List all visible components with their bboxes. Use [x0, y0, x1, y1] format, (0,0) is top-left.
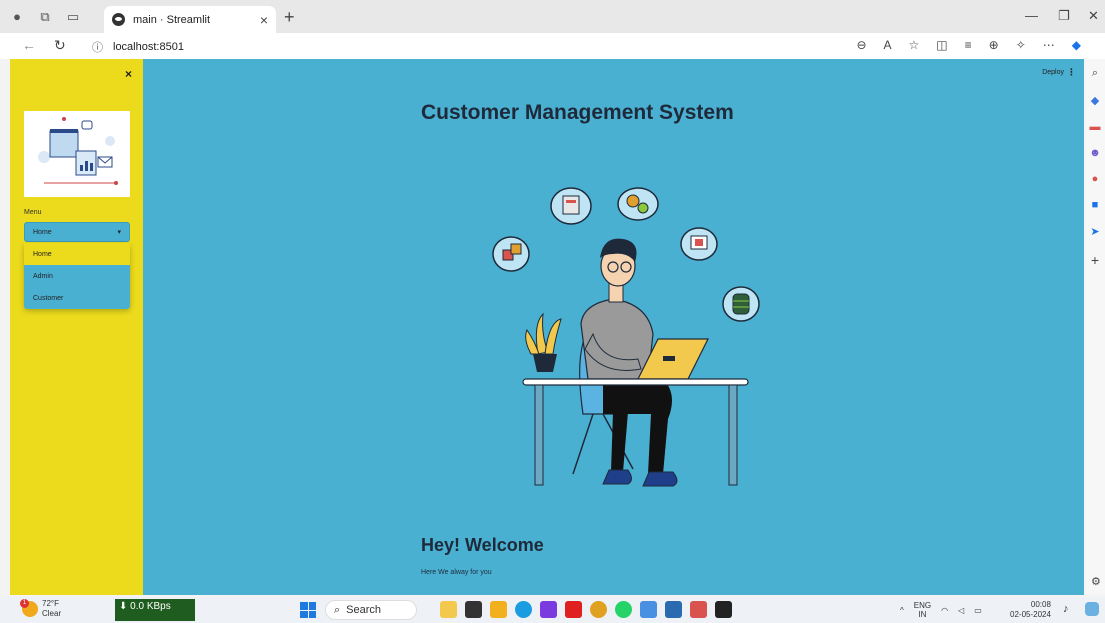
- edge-browser-icon[interactable]: [515, 601, 532, 618]
- vscode-icon[interactable]: [665, 601, 682, 618]
- refresh-icon[interactable]: ↻: [54, 37, 66, 54]
- new-tab-button[interactable]: +: [284, 7, 295, 28]
- main-content: Deploy ⋮ Customer Management System Hey!…: [143, 59, 1084, 595]
- sidebar-close-icon[interactable]: ×: [125, 67, 132, 81]
- streamlit-favicon-icon: [112, 13, 125, 26]
- copilot-icon[interactable]: ◆: [1072, 38, 1081, 52]
- notification-badge: 1: [20, 599, 29, 608]
- url-text: localhost:8501: [113, 41, 184, 53]
- weather-widget[interactable]: 1 72°F Clear: [20, 599, 62, 619]
- tab-close-icon[interactable]: ×: [260, 12, 268, 28]
- search-icon[interactable]: ⌕: [1092, 67, 1098, 80]
- time: 00:08: [1030, 600, 1051, 609]
- outlook-icon[interactable]: ■: [1092, 199, 1099, 211]
- more-options-icon[interactable]: ⋯: [1043, 38, 1055, 52]
- read-aloud-icon[interactable]: A: [884, 38, 892, 52]
- collections-icon[interactable]: ⊕: [989, 38, 999, 52]
- tab-actions-icon[interactable]: ▭: [62, 6, 84, 28]
- taskbar: 1 72°F Clear ⬇ 0.0 KBps ⌕ Search ^ ENG I…: [0, 597, 1105, 623]
- office-icon[interactable]: ●: [1092, 173, 1099, 185]
- toolbox-icon[interactable]: ▬: [1090, 121, 1101, 133]
- welcome-heading: Hey! Welcome: [421, 535, 544, 555]
- chevron-up-icon[interactable]: ^: [900, 606, 904, 615]
- menu-option-customer[interactable]: Customer: [24, 287, 130, 309]
- system-tray: ^ ENG IN ◠ ◁ ▭: [900, 601, 982, 619]
- plant-icon: [525, 312, 562, 372]
- split-screen-icon[interactable]: ◫: [936, 38, 947, 52]
- net-speed-widget: ⬇ 0.0 KBps: [115, 599, 195, 621]
- people-icon[interactable]: ☻: [1089, 147, 1101, 159]
- chevron-down-icon: ▾: [117, 229, 121, 236]
- sidebar-illustration: [24, 111, 130, 197]
- date: 02-05-2024: [1010, 610, 1051, 619]
- copilot-taskbar-icon[interactable]: [1085, 602, 1099, 616]
- browser-titlebar: ● ⧉ ▭ main · Streamlit × + — ❐ ✕: [0, 0, 1105, 33]
- welcome-text: Here We alway for you: [421, 569, 492, 576]
- extensions-icon[interactable]: ✧: [1016, 38, 1026, 52]
- menu-option-admin[interactable]: Admin: [24, 265, 130, 287]
- search-label: Search: [346, 604, 382, 616]
- zoom-icon[interactable]: ⊖: [856, 38, 866, 52]
- main-menu-icon[interactable]: ⋮: [1067, 67, 1076, 78]
- language-label[interactable]: ENG: [914, 601, 931, 610]
- bubble-cube-icon: [492, 236, 530, 272]
- youtube-icon[interactable]: [565, 601, 582, 618]
- visual-studio-icon[interactable]: [540, 601, 557, 618]
- notepad-icon[interactable]: [640, 601, 657, 618]
- window-close-icon[interactable]: ✕: [1088, 8, 1099, 24]
- chrome-icon[interactable]: [590, 601, 607, 618]
- bubble-monitor-icon: [680, 227, 718, 261]
- bubble-gears-icon: [617, 187, 659, 221]
- wps-office-icon[interactable]: [690, 601, 707, 618]
- weather-sun-icon: 1: [20, 599, 38, 617]
- battery-icon[interactable]: ▭: [974, 606, 982, 615]
- region-label: IN: [918, 610, 927, 619]
- file-explorer-icon[interactable]: [490, 601, 507, 618]
- back-icon[interactable]: ←: [22, 37, 36, 53]
- widgets-icon[interactable]: [440, 601, 457, 618]
- bubble-report-icon: [550, 187, 592, 225]
- taskbar-apps: [440, 601, 732, 618]
- menu-option-home[interactable]: Home: [24, 243, 130, 265]
- notification-bell-icon[interactable]: ♪: [1063, 603, 1069, 615]
- workspaces-icon[interactable]: ⧉: [34, 6, 56, 28]
- weather-condition: Clear: [42, 609, 62, 618]
- tab-title: main · Streamlit: [133, 13, 211, 26]
- favorites-icon[interactable]: ≡: [965, 38, 972, 52]
- edge-sidebar: ⌕ ◆ ▬ ☻ ● ■ ➤ +: [1085, 59, 1105, 595]
- taskbar-search[interactable]: ⌕ Search: [325, 600, 417, 620]
- bubble-database-icon: [722, 286, 760, 322]
- menu-select[interactable]: Home ▾: [24, 222, 130, 242]
- task-view-icon[interactable]: [465, 601, 482, 618]
- favorite-star-icon[interactable]: ☆: [909, 38, 920, 52]
- wifi-icon[interactable]: ◠: [941, 606, 948, 615]
- volume-icon[interactable]: ◁: [958, 606, 964, 615]
- send-icon[interactable]: ➤: [1090, 225, 1099, 238]
- windows-start-icon[interactable]: [300, 602, 316, 618]
- search-icon: ⌕: [334, 603, 341, 616]
- streamlit-app: × Menu Home ▾ Home Admin Customer Deploy…: [10, 59, 1084, 595]
- page-title: Customer Management System: [421, 101, 734, 124]
- menu-dropdown: Home Admin Customer: [24, 243, 130, 309]
- address-bar: ← ↻ ⓘ localhost:8501 ⊖ A ☆ ◫ ≡ ⊕ ✧ ⋯ ◆: [0, 33, 1105, 59]
- minimize-icon[interactable]: —: [1025, 8, 1038, 23]
- menu-label: Menu: [24, 209, 42, 216]
- deploy-button[interactable]: Deploy: [1042, 69, 1064, 76]
- browser-tab[interactable]: main · Streamlit ×: [104, 6, 276, 33]
- shopping-tag-icon[interactable]: ◆: [1091, 94, 1099, 107]
- address-bar-actions: ⊖ A ☆ ◫ ≡ ⊕ ✧ ⋯ ◆: [856, 38, 1081, 52]
- terminal-icon[interactable]: [715, 601, 732, 618]
- settings-icon[interactable]: ⚙: [1091, 575, 1101, 588]
- profile-icon[interactable]: ●: [6, 6, 28, 28]
- sidebar: × Menu Home ▾ Home Admin Customer: [10, 59, 143, 595]
- url-field[interactable]: ⓘ localhost:8501: [92, 39, 184, 55]
- whatsapp-icon[interactable]: [615, 601, 632, 618]
- site-info-icon[interactable]: ⓘ: [92, 39, 103, 55]
- hero-illustration: [463, 154, 783, 494]
- menu-select-value: Home: [33, 228, 52, 236]
- add-icon[interactable]: +: [1091, 252, 1099, 268]
- temperature: 72°F: [42, 599, 59, 608]
- restore-icon[interactable]: ❐: [1058, 8, 1070, 24]
- clock[interactable]: 00:08 02-05-2024: [1010, 600, 1051, 620]
